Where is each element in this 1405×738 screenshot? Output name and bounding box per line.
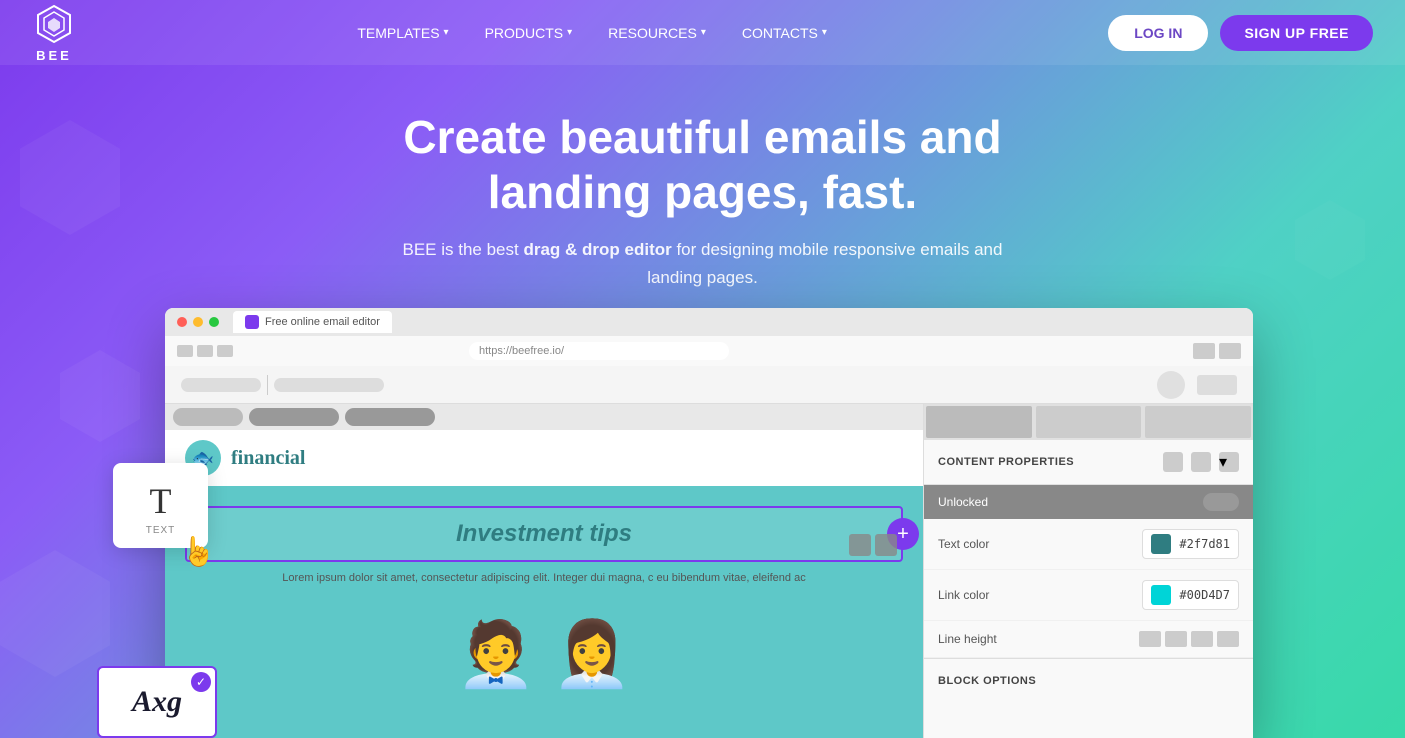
nav-link-products[interactable]: PRODUCTS ▾ <box>485 25 573 41</box>
subtab-3[interactable] <box>345 408 435 426</box>
refresh-icon[interactable] <box>217 345 233 357</box>
check-badge: ✓ <box>191 672 211 692</box>
signup-button[interactable]: SIGN UP FREE <box>1220 15 1373 51</box>
browser-tab[interactable]: Free online email editor <box>233 311 392 333</box>
nav-link-resources[interactable]: RESOURCES ▾ <box>608 25 706 41</box>
line-height-label: Line height <box>938 632 997 646</box>
figure-person-2: 👩‍💼 <box>552 617 632 692</box>
editor-area: 🐟 financial Investment tips + Lorem ipsu… <box>165 404 1253 738</box>
toolbar-action[interactable] <box>1197 375 1237 395</box>
right-panel: CONTENT PROPERTIES ▾ Unlocked Text color… <box>923 404 1253 738</box>
text-widget[interactable]: T TEXT ☝ <box>113 463 208 548</box>
nav-links: TEMPLATES ▾ PRODUCTS ▾ RESOURCES ▾ CONTA… <box>357 25 827 41</box>
text-color-label: Text color <box>938 537 989 551</box>
login-button[interactable]: LOG IN <box>1108 15 1208 51</box>
block-options-title: BLOCK OPTIONS <box>938 675 1036 687</box>
line-height-options <box>1139 631 1239 647</box>
url-input[interactable]: https://beefree.io/ <box>469 342 729 360</box>
chevron-down-icon: ▾ <box>701 27 706 38</box>
chevron-down-icon: ▾ <box>444 27 449 38</box>
window-close-dot <box>177 317 187 327</box>
toolbar-menu-1[interactable] <box>181 378 261 392</box>
text-widget-label: TEXT <box>137 525 184 536</box>
bee-logo-icon <box>32 2 76 46</box>
content-properties-title: CONTENT PROPERTIES <box>938 456 1074 468</box>
illustration-area: 🧑‍💼 👩‍💼 <box>165 607 923 702</box>
trash-icons <box>849 534 897 556</box>
toolbar-avatar <box>1157 371 1185 399</box>
link-color-swatch[interactable]: #00D4D7 <box>1142 580 1239 610</box>
subtab-1[interactable] <box>173 408 243 426</box>
link-color-label: Link color <box>938 588 989 602</box>
line-height-option-2[interactable] <box>1165 631 1187 647</box>
line-height-option-1[interactable] <box>1139 631 1161 647</box>
trash-panel-icon[interactable] <box>1163 452 1183 472</box>
rp-tab-3[interactable] <box>1145 406 1251 438</box>
chevron-down-icon: ▾ <box>567 27 572 38</box>
financial-header: 🐟 financial <box>165 430 923 486</box>
investment-section: Investment tips + Lorem ipsum dolor sit … <box>165 486 923 607</box>
url-nav-icons <box>177 345 233 357</box>
cursor-hand-icon: ☝ <box>181 535 216 568</box>
editor-toolbar <box>165 366 1253 404</box>
hero-subtitle: BEE is the best drag & drop editor for d… <box>393 236 1013 290</box>
bottom-card: Axg ✓ <box>97 666 217 738</box>
browser-chrome-bar: Free online email editor <box>165 308 1253 336</box>
text-color-swatch[interactable]: #2f7d81 <box>1142 529 1239 559</box>
url-action-icons <box>1193 343 1241 359</box>
subtab-2[interactable] <box>249 408 339 426</box>
line-height-option-3[interactable] <box>1191 631 1213 647</box>
bookmark-icon[interactable] <box>1219 343 1241 359</box>
browser-mockup: Free online email editor https://beefree… <box>165 308 1253 738</box>
nav-actions: LOG IN SIGN UP FREE <box>1108 15 1373 51</box>
window-minimize-dot <box>193 317 203 327</box>
axg-text: Axg <box>132 685 182 719</box>
navbar: BEE TEMPLATES ▾ PRODUCTS ▾ RESOURCES ▾ C… <box>0 0 1405 65</box>
rp-tab-1[interactable] <box>926 406 1032 438</box>
lorem-placeholder-text: Lorem ipsum dolor sit amet, consectetur … <box>185 570 903 587</box>
toolbar-divider <box>267 375 268 395</box>
editor-subtabs <box>165 404 923 430</box>
link-color-value: #00D4D7 <box>1179 588 1230 602</box>
text-widget-char: T <box>137 483 184 519</box>
share-icon[interactable] <box>1193 343 1215 359</box>
chevron-down-icon: ▾ <box>822 27 827 38</box>
canvas-content: 🐟 financial Investment tips + Lorem ipsu… <box>165 404 923 738</box>
tab-favicon <box>245 315 259 329</box>
panel-action-icons: ▾ <box>1163 452 1239 472</box>
unlocked-toggle[interactable] <box>1203 493 1239 511</box>
unlocked-label: Unlocked <box>938 495 988 509</box>
line-height-row: Line height <box>924 621 1253 658</box>
nav-link-templates[interactable]: TEMPLATES ▾ <box>357 25 448 41</box>
copy-panel-icon[interactable] <box>1191 452 1211 472</box>
block-options-section: BLOCK OPTIONS <box>924 658 1253 701</box>
logo-area[interactable]: BEE <box>32 2 76 63</box>
browser-url-bar: https://beefree.io/ <box>165 336 1253 366</box>
hero-title: Create beautiful emails and landing page… <box>323 110 1083 220</box>
toolbar-menu-2[interactable] <box>274 378 384 392</box>
collapse-panel-icon[interactable]: ▾ <box>1219 452 1239 472</box>
copy-icon[interactable] <box>875 534 897 556</box>
investment-title: Investment tips <box>207 520 881 548</box>
unlocked-row: Unlocked <box>924 485 1253 519</box>
canvas-inner: 🐟 financial Investment tips + Lorem ipsu… <box>165 430 923 738</box>
figure-person-1: 🧑‍💼 <box>456 617 536 692</box>
rp-tab-2[interactable] <box>1036 406 1142 438</box>
link-color-box <box>1151 585 1171 605</box>
text-color-box <box>1151 534 1171 554</box>
forward-icon[interactable] <box>197 345 213 357</box>
investment-box[interactable]: Investment tips + <box>185 506 903 562</box>
financial-brand-name: financial <box>231 447 305 470</box>
content-properties-header: CONTENT PROPERTIES ▾ <box>924 440 1253 485</box>
line-height-option-4[interactable] <box>1217 631 1239 647</box>
text-color-row: Text color #2f7d81 <box>924 519 1253 570</box>
link-color-row: Link color #00D4D7 <box>924 570 1253 621</box>
text-color-value: #2f7d81 <box>1179 537 1230 551</box>
right-panel-tabs <box>924 404 1253 440</box>
nav-link-contacts[interactable]: CONTACTS ▾ <box>742 25 827 41</box>
logo-text: BEE <box>36 48 72 63</box>
window-maximize-dot <box>209 317 219 327</box>
back-icon[interactable] <box>177 345 193 357</box>
delete-icon[interactable] <box>849 534 871 556</box>
